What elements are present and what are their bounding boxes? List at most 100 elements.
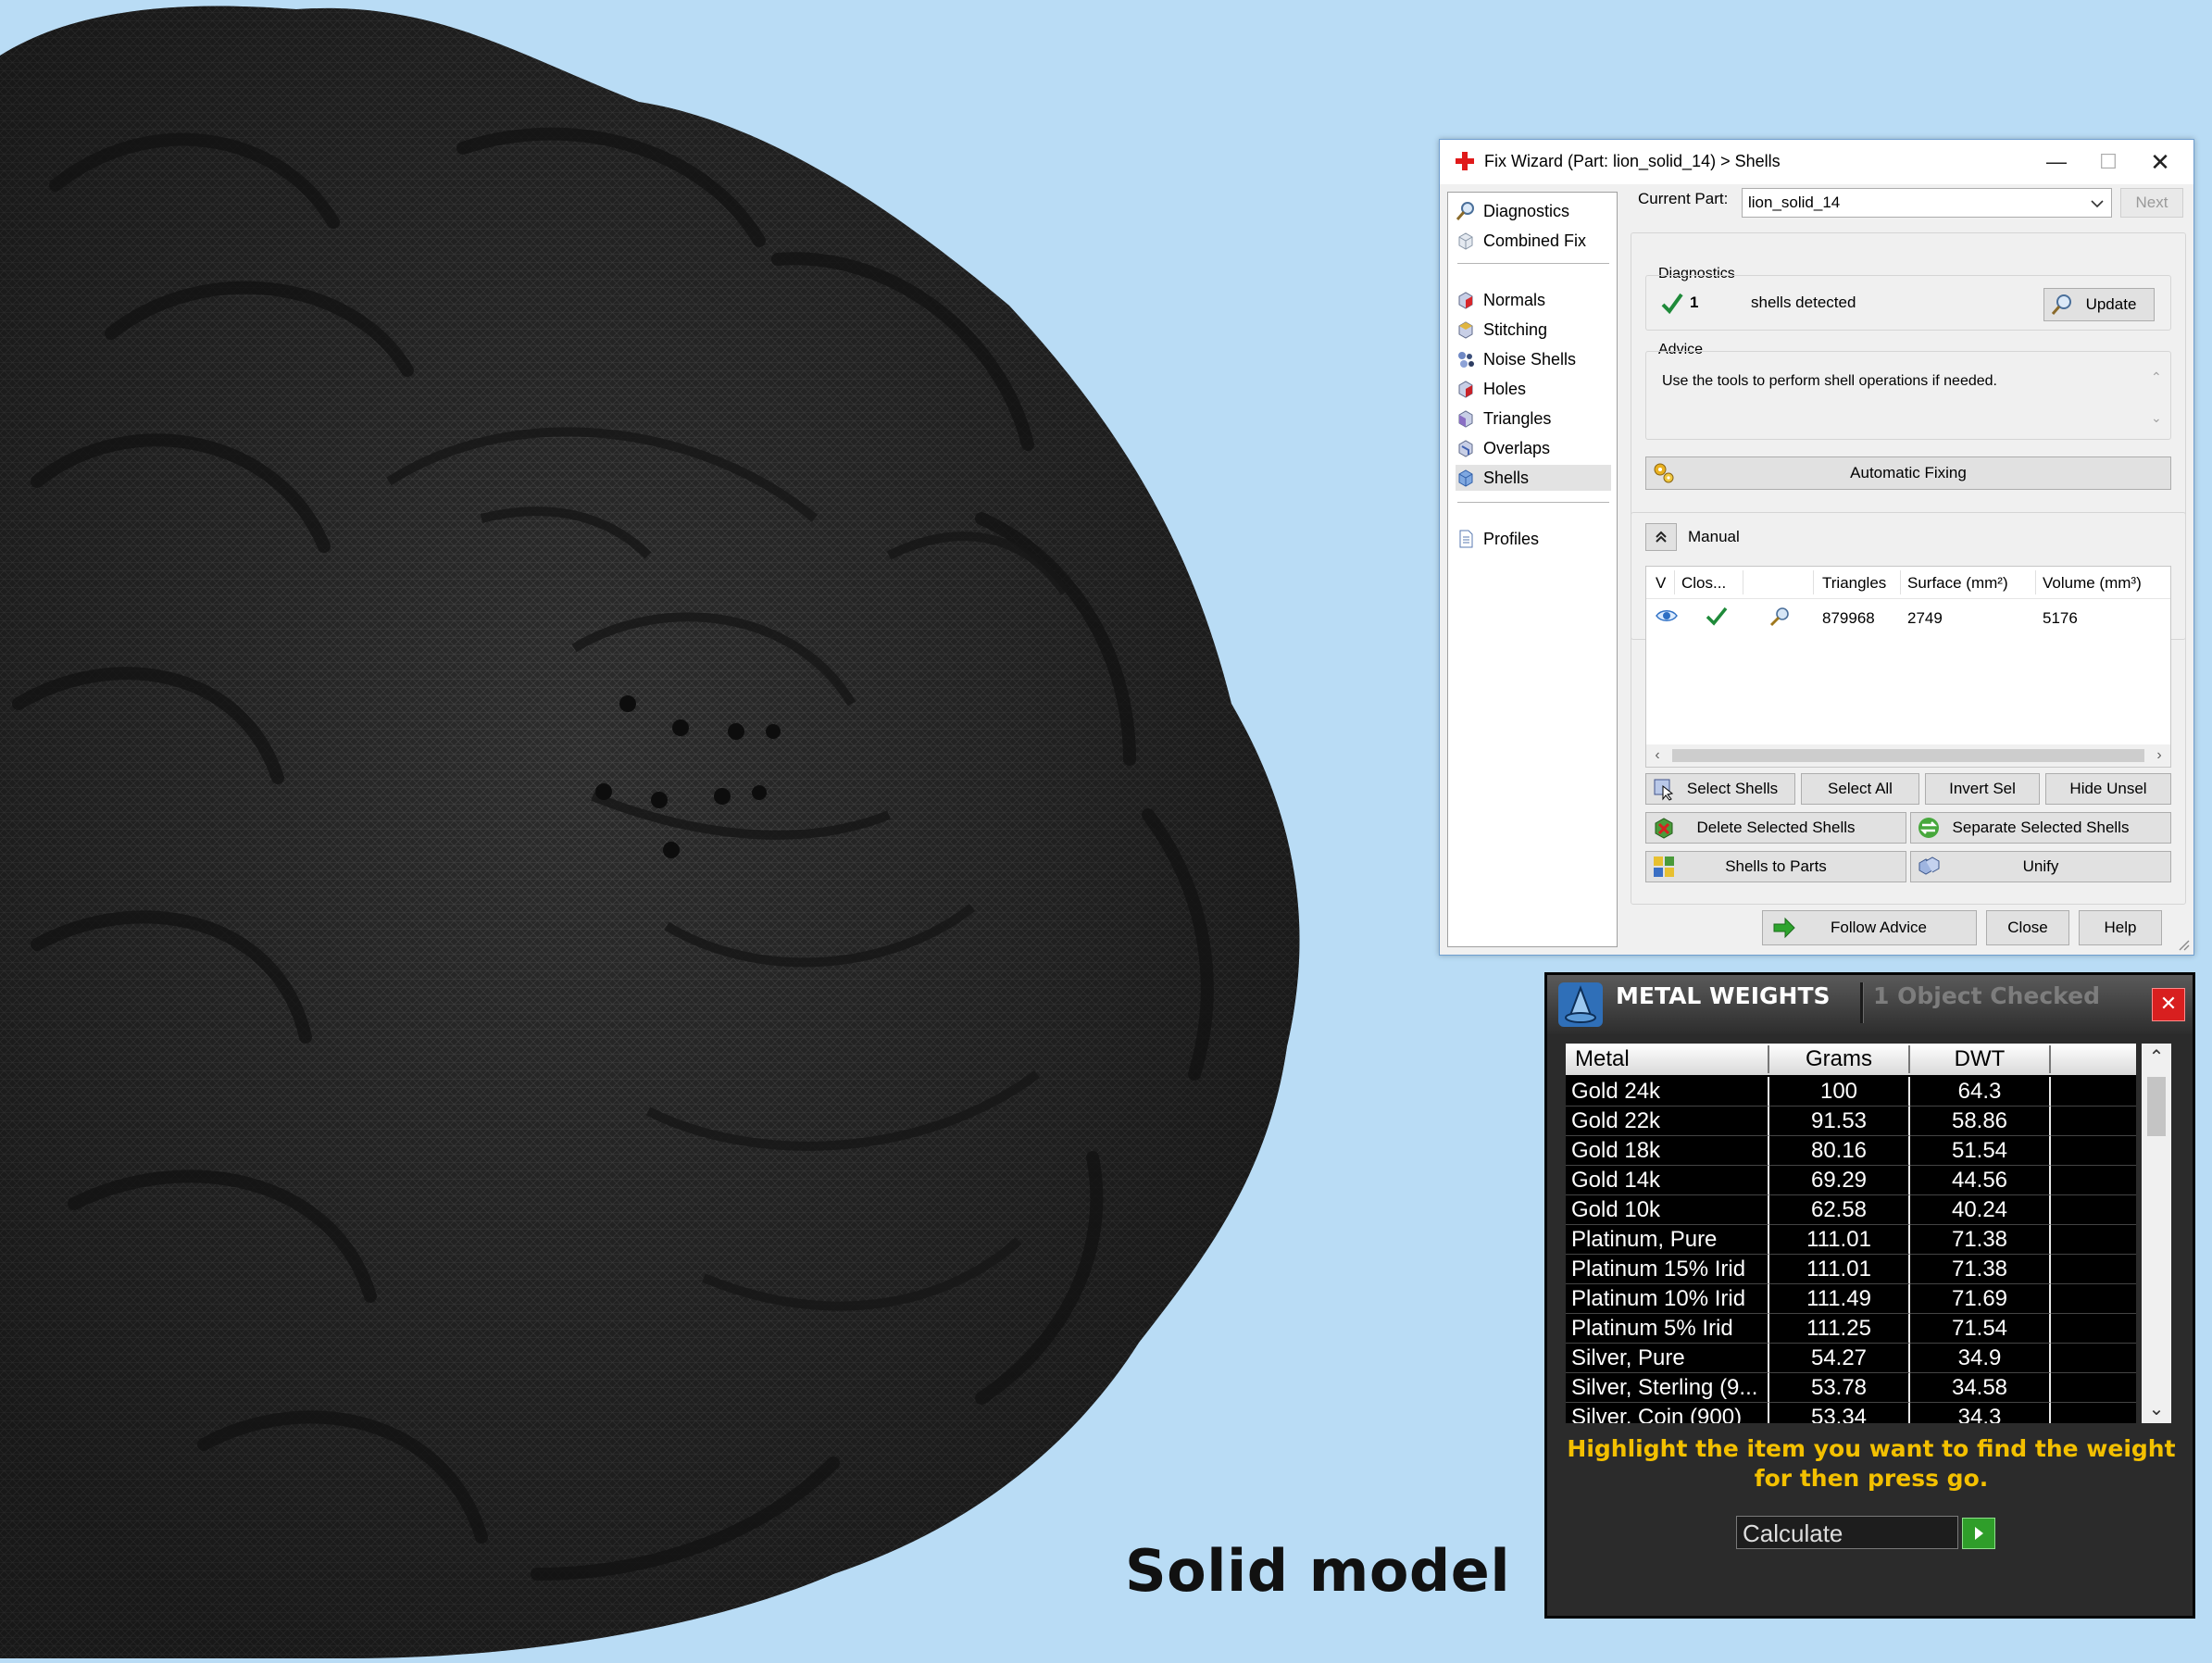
column-header-grams[interactable]: Grams: [1769, 1045, 1910, 1073]
unify-button[interactable]: Unify: [1910, 851, 2171, 882]
scroll-left-arrow[interactable]: ‹: [1646, 744, 1668, 767]
go-button[interactable]: [1962, 1518, 1995, 1549]
cell-dwt: 34.9: [1910, 1344, 2051, 1373]
minimize-button[interactable]: —: [2031, 144, 2082, 181]
close-metal-weights-button[interactable]: ✕: [2152, 988, 2185, 1021]
table-row[interactable]: Gold 22k 91.53 58.86: [1566, 1107, 2136, 1136]
lion-mesh-model[interactable]: [0, 0, 1389, 1659]
column-header-extra[interactable]: [2051, 1045, 2136, 1073]
scroll-up-arrow[interactable]: ⌃: [2142, 1044, 2171, 1071]
eye-icon[interactable]: [1656, 607, 1678, 624]
metal-weights-window[interactable]: METAL WEIGHTS 1 Object Checked ✕ Metal G…: [1544, 972, 2195, 1619]
title-bar[interactable]: Fix Wizard (Part: lion_solid_14) > Shell…: [1440, 140, 2193, 184]
table-row[interactable]: Silver, Sterling (9... 53.78 34.58: [1566, 1373, 2136, 1403]
column-header-v[interactable]: V: [1656, 574, 1666, 593]
triangles-cube-icon: [1458, 410, 1473, 428]
table-row[interactable]: Gold 18k 80.16 51.54: [1566, 1136, 2136, 1166]
hide-unselected-button[interactable]: Hide Unsel: [2045, 773, 2171, 805]
close-button[interactable]: Close: [1986, 910, 2069, 945]
scrollbar-thumb[interactable]: [1672, 749, 2144, 762]
select-shells-button[interactable]: Select Shells: [1645, 773, 1795, 805]
wizard-navigation: Diagnostics Combined Fix Normals Stitchi…: [1447, 192, 1618, 947]
collapse-manual-button[interactable]: [1645, 523, 1677, 551]
table-row[interactable]: Platinum 5% Irid 111.25 71.54: [1566, 1314, 2136, 1344]
fix-wizard-window[interactable]: Fix Wizard (Part: lion_solid_14) > Shell…: [1439, 139, 2194, 956]
nav-item-label: Normals: [1483, 290, 1546, 309]
table-row[interactable]: Silver, Coin (900) 53.34 34.3: [1566, 1403, 2136, 1423]
nav-item-combined-fix[interactable]: Combined Fix: [1456, 228, 1611, 254]
nav-item-holes[interactable]: Holes: [1456, 376, 1611, 402]
close-window-button[interactable]: ✕: [2134, 144, 2186, 181]
column-header-surface[interactable]: Surface (mm²): [1907, 574, 2008, 593]
shells-cube-icon: [1458, 469, 1473, 487]
delete-cube-icon: [1655, 818, 1673, 839]
nav-divider: [1457, 263, 1609, 264]
column-divider: [1813, 570, 1814, 594]
nav-item-label: Holes: [1483, 379, 1527, 398]
nav-item-label: Triangles: [1483, 408, 1552, 428]
select-shells-label: Select Shells: [1686, 780, 1779, 797]
table-row[interactable]: Platinum, Pure 111.01 71.38: [1566, 1225, 2136, 1255]
header-divider: [1860, 982, 1864, 1023]
separate-arrows-icon: [1918, 818, 1939, 838]
shells-table[interactable]: V Clos... Triangles Surface (mm²) Volume…: [1645, 566, 2171, 768]
current-part-select[interactable]: lion_solid_14: [1742, 188, 2112, 218]
next-button[interactable]: Next: [2120, 188, 2183, 218]
cell-dwt: 58.86: [1910, 1107, 2051, 1136]
table-row[interactable]: Platinum 10% Irid 111.49 71.69: [1566, 1284, 2136, 1314]
metal-weights-header[interactable]: METAL WEIGHTS 1 Object Checked ✕: [1547, 975, 2193, 1034]
resize-grip-icon[interactable]: [2177, 938, 2190, 951]
cell-grams: 111.01: [1769, 1225, 1910, 1255]
nav-item-normals[interactable]: Normals: [1456, 287, 1611, 313]
help-button[interactable]: Help: [2079, 910, 2162, 945]
maximize-button[interactable]: ☐: [2082, 144, 2134, 181]
column-header-metal[interactable]: Metal: [1566, 1045, 1769, 1073]
update-button[interactable]: Update: [2043, 288, 2155, 321]
table-row[interactable]: Gold 10k 62.58 40.24: [1566, 1195, 2136, 1225]
scroll-right-arrow[interactable]: ›: [2148, 744, 2170, 767]
invert-selection-button[interactable]: Invert Sel: [1925, 773, 2040, 805]
nav-item-shells[interactable]: Shells: [1456, 465, 1611, 491]
select-all-button[interactable]: Select All: [1801, 773, 1919, 805]
chevron-down-icon: [2091, 200, 2104, 208]
shells-to-parts-button[interactable]: Shells to Parts: [1645, 851, 1906, 882]
scroll-down-arrow[interactable]: ⌄: [2151, 410, 2162, 426]
column-header-volume[interactable]: Volume (mm³): [2043, 574, 2142, 593]
delete-selected-shells-button[interactable]: Delete Selected Shells: [1645, 812, 1906, 844]
scroll-up-arrow[interactable]: ⌃: [2151, 369, 2162, 385]
nav-item-overlaps[interactable]: Overlaps: [1456, 435, 1611, 461]
model-viewport[interactable]: [0, 0, 1389, 1659]
horizontal-scrollbar[interactable]: ‹ ›: [1646, 744, 2170, 767]
table-row[interactable]: Gold 24k 100 64.3: [1566, 1077, 2136, 1107]
column-header-dwt[interactable]: DWT: [1910, 1045, 2051, 1073]
nav-item-triangles[interactable]: Triangles: [1456, 406, 1611, 431]
noise-shells-icon: [1458, 352, 1474, 368]
column-header-closed[interactable]: Clos...: [1681, 574, 1726, 593]
scroll-down-arrow[interactable]: ⌄: [2142, 1395, 2171, 1423]
automatic-fixing-button[interactable]: Automatic Fixing: [1645, 456, 2171, 490]
metal-weights-table[interactable]: Metal Grams DWT Gold 24k 100 64.3 Gold 22k 9…: [1566, 1044, 2136, 1423]
follow-advice-button[interactable]: Follow Advice: [1762, 910, 1977, 945]
cell-triangles: 879968: [1822, 609, 1875, 627]
separate-selected-shells-button[interactable]: Separate Selected Shells: [1910, 812, 2171, 844]
nav-item-noise-shells[interactable]: Noise Shells: [1456, 346, 1611, 372]
table-row[interactable]: Platinum 15% Irid 111.01 71.38: [1566, 1255, 2136, 1284]
table-row[interactable]: Gold 14k 69.29 44.56: [1566, 1166, 2136, 1195]
scrollbar-thumb[interactable]: [2147, 1077, 2166, 1136]
nav-item-label: Noise Shells: [1483, 349, 1577, 369]
cell-metal: Gold 18k: [1566, 1136, 1769, 1166]
table-row[interactable]: Silver, Pure 54.27 34.9: [1566, 1344, 2136, 1373]
lion-shading: [0, 6, 1300, 1659]
overlaps-cube-icon: [1458, 440, 1473, 457]
nav-item-diagnostics[interactable]: Diagnostics: [1456, 198, 1611, 224]
calculate-select[interactable]: Calculate: [1736, 1516, 1958, 1549]
double-chevron-up-icon: [1656, 531, 1667, 543]
vertical-scrollbar[interactable]: ⌃ ⌄: [2142, 1044, 2171, 1423]
nav-item-profiles[interactable]: Profiles: [1456, 526, 1611, 552]
wrench-icon[interactable]: [1768, 606, 1791, 628]
caption-label: Solid model: [1125, 1537, 1511, 1605]
nav-item-stitching[interactable]: Stitching: [1456, 317, 1611, 343]
column-header-triangles[interactable]: Triangles: [1822, 574, 1886, 593]
cell-metal: Gold 10k: [1566, 1195, 1769, 1225]
unify-cubes-icon: [1918, 857, 1940, 875]
